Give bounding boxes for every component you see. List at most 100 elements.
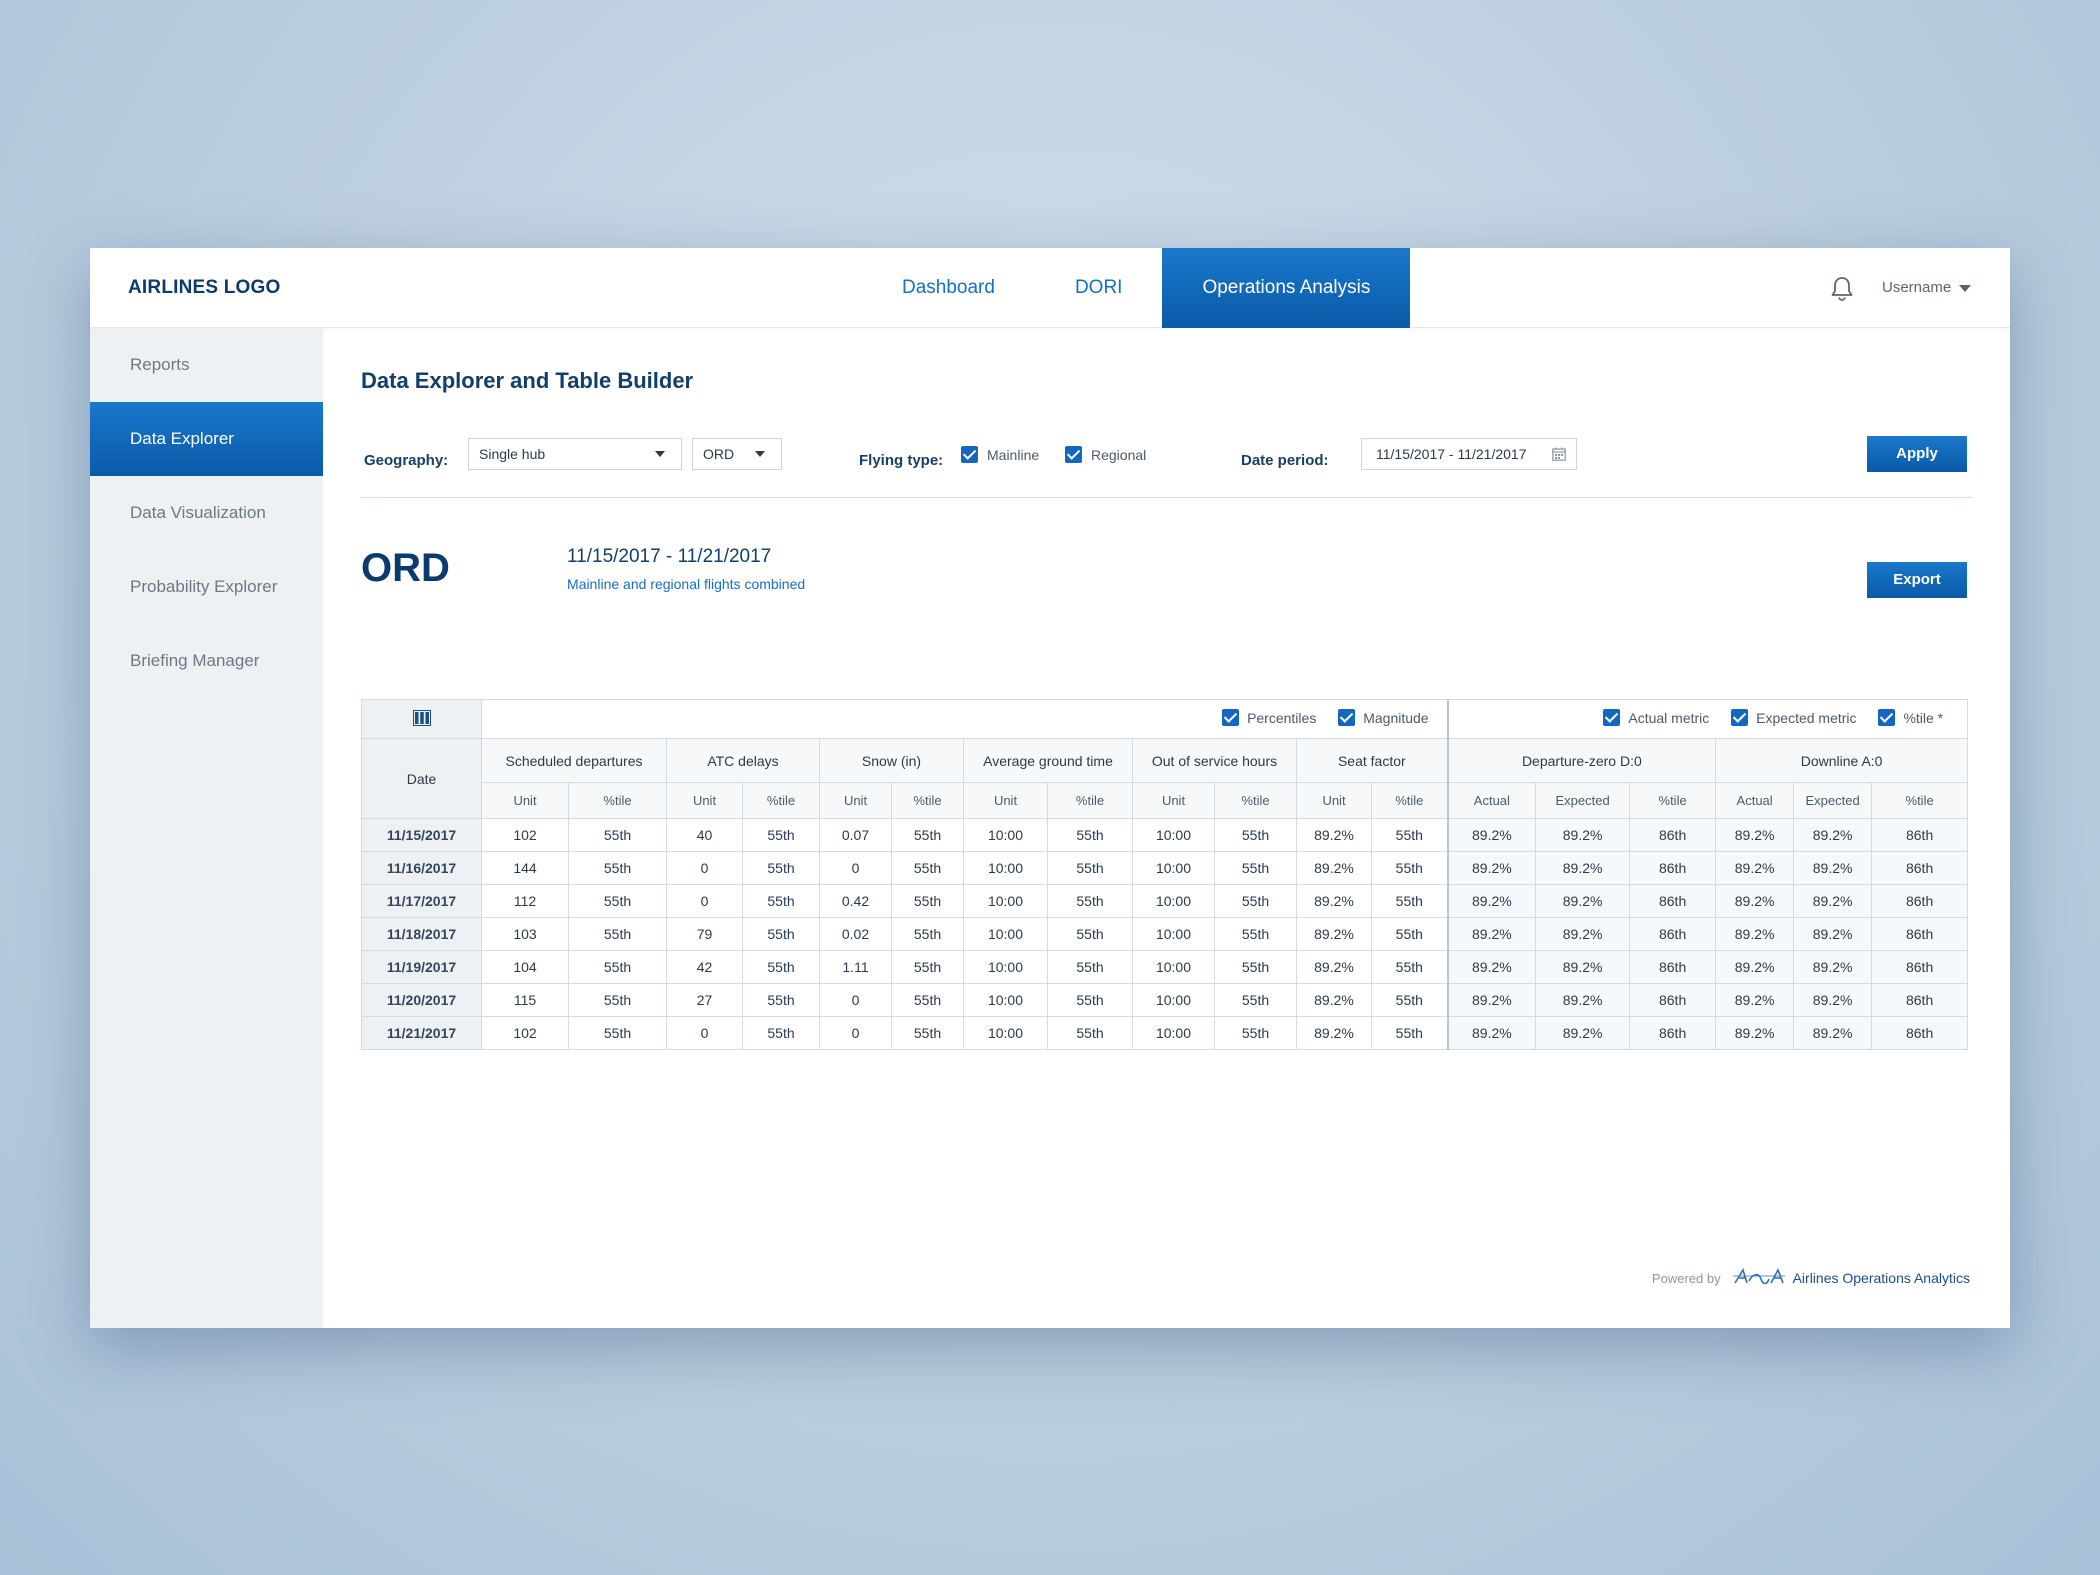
export-button[interactable]: Export [1867,562,1967,598]
subheader-unit[interactable]: Unit [963,782,1048,819]
tab-operations-analysis[interactable]: Operations Analysis [1162,248,1411,328]
table-cell: 10:00 [1132,983,1215,1017]
subheader-percentile[interactable]: %tile [1370,782,1449,819]
subheader-actual[interactable]: Actual [1715,782,1795,819]
date-period-input[interactable]: 11/15/2017 - 11/21/2017 [1361,438,1577,470]
group-header-average-ground-time[interactable]: Average ground time [963,738,1133,783]
columns-icon[interactable] [412,709,431,726]
subheader-percentile[interactable]: %tile [1629,782,1717,819]
group-header-departure-zero[interactable]: Departure-zero D:0 [1447,738,1717,783]
table-cell: 55th [568,983,667,1017]
table-cell: 89.2% [1715,917,1795,951]
page-title: Data Explorer and Table Builder [361,368,694,393]
column-chooser-cell[interactable] [361,699,482,739]
group-header-scheduled-departures[interactable]: Scheduled departures [481,738,667,783]
table-cell: 86th [1871,950,1969,984]
tab-dashboard[interactable]: Dashboard [862,248,1035,328]
hub-select[interactable]: ORD [692,438,782,470]
subheader-percentile[interactable]: %tile [568,782,667,819]
apply-button[interactable]: Apply [1867,436,1967,472]
table-cell: 27 [666,983,743,1017]
group-header-out-of-service-hours[interactable]: Out of service hours [1132,738,1297,783]
table-cell: 89.2% [1447,884,1537,918]
table-row[interactable]: 11/20/2017 115 55th 27 55th 0 55th 10:00 55th 10:… [361,983,1969,1017]
geography-select-value: Single hub [479,446,546,462]
table-cell: 55th [742,1016,820,1050]
group-header-snow[interactable]: Snow (in) [819,738,964,783]
subheader-unit[interactable]: Unit [481,782,569,819]
subheader-expected[interactable]: Expected [1535,782,1631,819]
table-cell: 89.2% [1296,884,1372,918]
geography-select[interactable]: Single hub [468,438,682,470]
subheader-unit[interactable]: Unit [666,782,743,819]
subheader-percentile[interactable]: %tile [1214,782,1297,819]
sidebar-item-data-explorer[interactable]: Data Explorer [90,402,323,476]
table-cell: 1.11 [819,950,892,984]
date-period-value: 11/15/2017 - 11/21/2017 [1376,446,1527,462]
actual-metric-toggle[interactable]: Actual metric [1603,709,1709,726]
subheader-percentile[interactable]: %tile [1871,782,1969,819]
mainline-checkbox[interactable] [961,446,978,463]
table-cell: 10:00 [1132,917,1215,951]
percentile-toggle[interactable]: %tile * [1878,709,1943,726]
table-row[interactable]: 11/17/2017 112 55th 0 55th 0.42 55th 10:00 55th 1… [361,884,1969,918]
table-cell: 0 [666,884,743,918]
group-header-downline[interactable]: Downline A:0 [1715,738,1969,783]
subheader-percentile[interactable]: %tile [1047,782,1133,819]
username-label: Username [1882,279,1952,296]
table-cell: 89.2% [1793,917,1873,951]
table-cell: 55th [742,917,820,951]
subheader-unit[interactable]: Unit [1296,782,1372,819]
table-row[interactable]: 11/21/2017 102 55th 0 55th 0 55th 10:00 55th 10:0… [361,1016,1969,1050]
subheader-percentile[interactable]: %tile [742,782,820,819]
table-cell: 115 [481,983,569,1017]
table-cell: 89.2% [1535,983,1631,1017]
hub-code: ORD [361,546,450,590]
table-body: 11/15/2017 102 55th 40 55th 0.07 55th 10:00 55th… [361,818,1969,1050]
airlines-logo[interactable]: AIRLINES LOGO [128,248,281,328]
user-menu[interactable]: Username [1882,248,1972,328]
table-cell: 10:00 [1132,884,1215,918]
table-cell: 86th [1871,818,1969,852]
table-cell: 89.2% [1715,818,1795,852]
table-cell: 55th [742,950,820,984]
group-header-atc-delays[interactable]: ATC delays [666,738,820,783]
table-cell: 86th [1871,917,1969,951]
sidebar-item-data-visualization[interactable]: Data Visualization [90,476,323,550]
sidebar-item-probability-explorer[interactable]: Probability Explorer [90,550,323,624]
regional-label: Regional [1091,447,1147,463]
percentiles-toggle[interactable]: Percentiles [1222,709,1316,726]
chevron-down-icon [755,451,765,457]
subheader-unit[interactable]: Unit [1132,782,1215,819]
table-cell: 0.42 [819,884,892,918]
tab-dori[interactable]: DORI [1035,248,1163,328]
sidebar-item-reports[interactable]: Reports [90,328,323,402]
magnitude-toggle[interactable]: Magnitude [1338,709,1429,726]
regional-checkbox[interactable] [1065,446,1082,463]
table-row[interactable]: 11/19/2017 104 55th 42 55th 1.11 55th 10:00 55th… [361,950,1969,984]
group-header-seat-factor[interactable]: Seat factor [1295,738,1449,783]
table-cell: 55th [891,950,964,984]
bell-icon[interactable] [1830,276,1854,302]
powered-by-label: Powered by [1651,1270,1721,1286]
date-cell: 11/19/2017 [361,950,482,984]
table-cell: 86th [1629,983,1717,1017]
expected-metric-toggle[interactable]: Expected metric [1731,709,1857,726]
sidebar-item-briefing-manager[interactable]: Briefing Manager [90,624,323,698]
subheader-percentile[interactable]: %tile [891,782,964,819]
table-row[interactable]: 11/18/2017 103 55th 79 55th 0.02 55th 10:00 55th… [361,917,1969,951]
table-row[interactable]: 11/16/2017 144 55th 0 55th 0 55th 10:00 55th 10:0… [361,851,1969,885]
subheader-unit[interactable]: Unit [819,782,892,819]
table-cell: 86th [1629,1016,1717,1050]
table-cell: 55th [891,851,964,885]
table-cell: 0 [666,851,743,885]
table-cell: 55th [1047,818,1133,852]
date-column-header[interactable]: Date [361,738,482,819]
table-row[interactable]: 11/15/2017 102 55th 40 55th 0.07 55th 10:00 55th… [361,818,1969,852]
subheader-actual[interactable]: Actual [1447,782,1537,819]
table-cell: 89.2% [1296,917,1372,951]
table-cell: 55th [891,917,964,951]
table-subheader-row: Unit %tile Unit %tile Unit %tile Unit %t… [362,782,1969,819]
subheader-expected[interactable]: Expected [1793,782,1873,819]
table-cell: 55th [891,884,964,918]
